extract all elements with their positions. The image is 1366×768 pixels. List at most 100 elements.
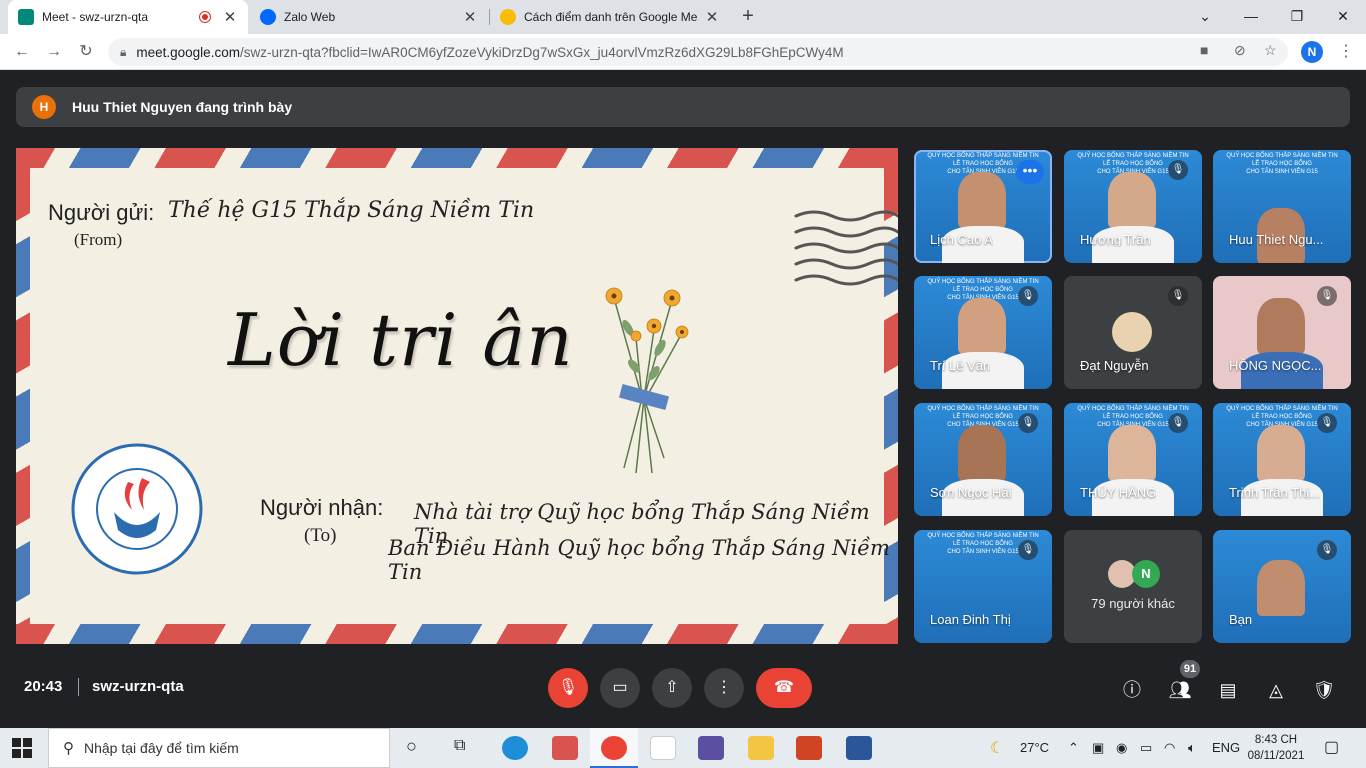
participant-video: [1257, 560, 1305, 616]
others-tile[interactable]: N 79 người khác: [1064, 530, 1202, 643]
from-label: Người gửi:: [48, 200, 155, 225]
participant-tile[interactable]: QUỸ HỌC BỔNG THẮP SÁNG NIỀM TIN LỄ TRAO H…: [1213, 403, 1351, 516]
notifications-icon[interactable]: ▢: [1324, 737, 1339, 757]
participant-name: Hương Trần: [1080, 232, 1151, 247]
close-icon[interactable]: ✕: [222, 8, 238, 26]
participant-tile[interactable]: QUỸ HỌC BỔNG THẮP SÁNG NIỀM TIN LỄ TRAO H…: [1213, 150, 1351, 263]
presenting-banner: H Huu Thiet Nguyen đang trình bày: [16, 87, 1350, 127]
wifi-icon[interactable]: ◠: [1164, 740, 1175, 756]
close-icon[interactable]: ✕: [462, 8, 478, 26]
mic-off-icon: 🎙︎: [1317, 286, 1337, 306]
address-bar[interactable]: 🔒︎ meet.google.com /swz-urzn-qta?fbclid=…: [108, 38, 1288, 66]
mic-toggle-button[interactable]: 🎙︎: [548, 668, 588, 708]
tab-meet[interactable]: Meet - swz-urzn-qta ✕: [8, 0, 248, 34]
forward-button[interactable]: →: [42, 40, 66, 64]
reload-button[interactable]: ↻: [74, 40, 98, 64]
self-tile[interactable]: 🎙︎ Bạn: [1213, 530, 1351, 643]
more-options-button[interactable]: ⋮: [704, 668, 744, 708]
participant-name: Lịch Cao A: [930, 232, 993, 247]
microphone-tray-icon[interactable]: ◉: [1116, 740, 1127, 756]
participant-video: [958, 172, 1006, 228]
present-button[interactable]: ⇧: [652, 668, 692, 708]
meeting-clock: 20:43: [24, 678, 63, 695]
meet-tray-icon[interactable]: ▣: [1092, 740, 1104, 756]
language-indicator[interactable]: ENG: [1212, 740, 1240, 755]
mic-off-icon: 🎙︎: [1168, 286, 1188, 306]
close-window-button[interactable]: ✕: [1320, 0, 1366, 34]
camera-toggle-button[interactable]: ▭: [600, 668, 640, 708]
weather-icon[interactable]: ☾: [990, 738, 1004, 758]
from-english-label: (From): [74, 230, 123, 249]
file-explorer-icon[interactable]: [748, 736, 774, 760]
browser-menu-icon[interactable]: ⋮: [1336, 41, 1356, 61]
windows-start-icon[interactable]: [12, 738, 32, 758]
activities-icon[interactable]: ◬: [1264, 678, 1288, 702]
participant-tile[interactable]: QUỸ HỌC BỔNG THẮP SÁNG NIỀM TIN LỄ TRAO H…: [1064, 150, 1202, 263]
search-icon: ⚲: [63, 740, 74, 757]
host-controls-icon[interactable]: 🛡︎: [1312, 678, 1336, 702]
taskbar-search-box[interactable]: ⚲ Nhập tại đây để tìm kiếm: [48, 728, 390, 768]
participant-name: THÚY HẰNG: [1080, 485, 1157, 500]
mic-off-icon: 🎙︎: [1168, 413, 1188, 433]
participant-name: Trí Lê Văn: [930, 358, 991, 373]
task-view-icon[interactable]: ⧉: [454, 737, 465, 755]
mic-off-icon: 🎙︎: [557, 679, 579, 696]
powerpoint-icon[interactable]: [796, 736, 822, 760]
meeting-code: swz-urzn-qta: [92, 678, 184, 695]
mic-off-icon: 🎙︎: [1317, 413, 1337, 433]
people-icon[interactable]: 👥︎: [1168, 678, 1192, 702]
url-host: meet.google.com: [136, 44, 240, 60]
mic-off-icon: 🎙︎: [1018, 286, 1038, 306]
participant-video: [1108, 425, 1156, 481]
calculator-icon[interactable]: [698, 736, 724, 760]
restore-button[interactable]: ❐: [1274, 0, 1320, 34]
participant-tile[interactable]: QUỸ HỌC BỔNG THẮP SÁNG NIỀM TIN LỄ TRAO H…: [1064, 403, 1202, 516]
chrome-icon[interactable]: [601, 736, 627, 760]
bookmark-star-icon[interactable]: ☆: [1264, 42, 1277, 59]
minimize-button[interactable]: —: [1228, 0, 1274, 34]
meeting-details-icon[interactable]: ⓘ: [1120, 678, 1144, 702]
participant-tile[interactable]: QUỸ HỌC BỔNG THẮP SÁNG NIỀM TIN LỄ TRAO H…: [914, 150, 1052, 263]
amazon-icon[interactable]: [650, 736, 676, 760]
search-placeholder: Nhập tại đây để tìm kiếm: [84, 740, 239, 756]
participant-tile[interactable]: QUỸ HỌC BỔNG THẮP SÁNG NIỀM TIN LỄ TRAO H…: [914, 403, 1052, 516]
back-button[interactable]: ←: [10, 40, 34, 64]
word-icon[interactable]: [846, 736, 872, 760]
hang-up-icon: ☎︎: [774, 679, 794, 696]
url-path: /swz-urzn-qta?fbclid=IwAR0CM6yfZozeVykiD…: [239, 44, 844, 60]
leave-call-button[interactable]: ☎︎: [756, 668, 812, 708]
battery-icon[interactable]: ▭: [1140, 740, 1152, 756]
more-options-icon[interactable]: •••: [1016, 160, 1044, 184]
edge-icon[interactable]: [502, 736, 528, 760]
site-blocked-icon[interactable]: ⊘: [1234, 42, 1246, 59]
browser-toolbar: ← → ↻ 🔒︎ meet.google.com /swz-urzn-qta?f…: [0, 34, 1366, 70]
browser-tab-strip: Meet - swz-urzn-qta ✕ Zalo Web ✕ Cách đi…: [0, 0, 1366, 34]
profile-avatar[interactable]: N: [1301, 41, 1323, 63]
participant-name: Bạn: [1229, 612, 1253, 627]
tab-search-button[interactable]: ⌄: [1182, 0, 1228, 34]
new-tab-button[interactable]: +: [736, 5, 760, 28]
lock-icon[interactable]: 🔒︎: [120, 45, 126, 60]
runner-icon: [500, 9, 516, 25]
chat-icon[interactable]: ▤: [1216, 678, 1240, 702]
temperature[interactable]: 27°C: [1020, 740, 1049, 755]
snipping-tool-icon[interactable]: [552, 736, 578, 760]
tray-expand-icon[interactable]: ⌃: [1068, 740, 1079, 756]
participant-video: [958, 425, 1006, 481]
mic-off-icon: 🎙︎: [1317, 540, 1337, 560]
participant-tile[interactable]: 🎙︎ HỒNG NGỌC...: [1213, 276, 1351, 389]
camera-indicator-icon[interactable]: ■: [1200, 42, 1208, 58]
tab-zalo[interactable]: Zalo Web ✕: [250, 0, 488, 34]
camera-icon: ▭: [612, 679, 628, 696]
tab-article[interactable]: Cách điểm danh trên Google Me ✕: [490, 0, 730, 34]
cortana-icon[interactable]: ○: [406, 736, 417, 757]
participant-tile[interactable]: QUỸ HỌC BỔNG THẮP SÁNG NIỀM TIN LỄ TRAO H…: [914, 276, 1052, 389]
participant-tile[interactable]: QUỸ HỌC BỔNG THẮP SÁNG NIỀM TIN LỄ TRAO H…: [914, 530, 1052, 643]
taskbar-clock[interactable]: 8:43 CH 08/11/2021: [1246, 732, 1306, 764]
tab-title: Meet - swz-urzn-qta: [42, 10, 149, 24]
volume-icon[interactable]: 🔈︎: [1188, 740, 1196, 756]
participant-tile[interactable]: 🎙︎ Đạt Nguyễn: [1064, 276, 1202, 389]
thap-sang-niem-tin-logo: [71, 443, 203, 575]
close-icon[interactable]: ✕: [704, 8, 720, 26]
participant-video: [1257, 298, 1305, 354]
